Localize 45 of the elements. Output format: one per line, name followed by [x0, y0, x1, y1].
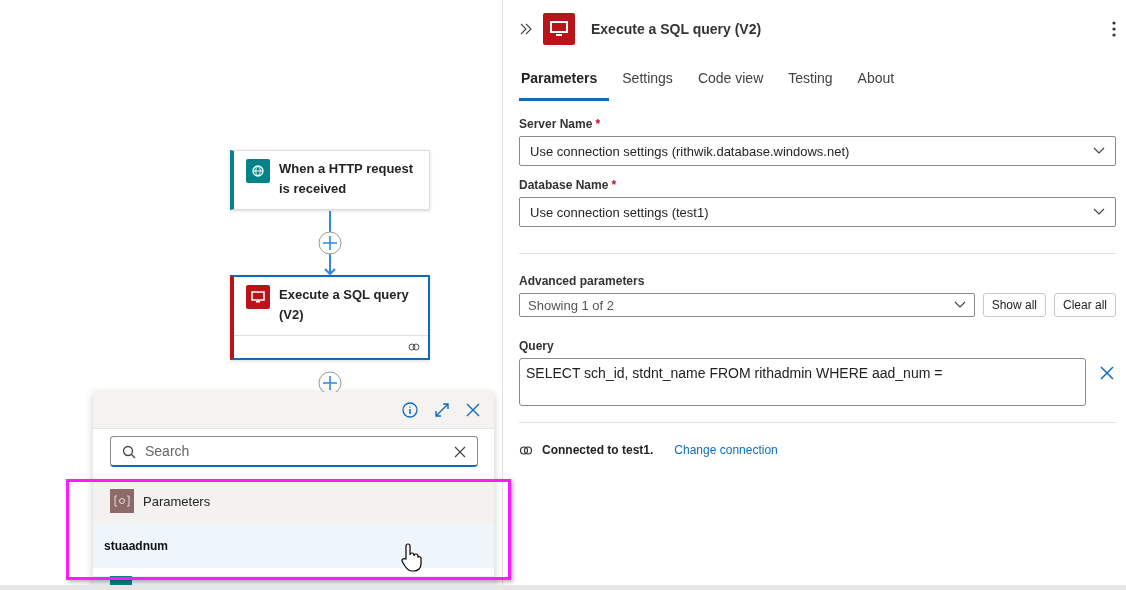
chevron-icon: [1093, 208, 1105, 216]
connection-status: Connected to test1.: [542, 443, 654, 457]
action-button[interactable]: Clear all: [1054, 293, 1116, 317]
more-icon[interactable]: [1112, 21, 1116, 37]
dropdown[interactable]: Use connection settings (rithwik.database.windows.net): [519, 136, 1116, 166]
panel-title: Execute a SQL query (V2): [591, 21, 763, 37]
parameter-item[interactable]: stuaadnum: [93, 523, 494, 568]
chevron-icon: [1093, 147, 1105, 155]
field-label: Server Name *: [519, 117, 602, 131]
tab[interactable]: Settings: [620, 64, 685, 101]
link-icon: [408, 342, 420, 352]
remove-icon[interactable]: [1100, 366, 1114, 380]
clear-icon[interactable]: [454, 446, 466, 458]
parameters-icon: [110, 489, 134, 513]
tab[interactable]: Code view: [695, 64, 776, 101]
collapse-icon[interactable]: [519, 22, 533, 36]
tab[interactable]: Testing: [786, 64, 845, 101]
search-field[interactable]: Search: [110, 436, 478, 467]
dropdown[interactable]: Use connection settings (test1): [519, 197, 1116, 227]
info-icon[interactable]: [402, 402, 418, 418]
change-connection-link[interactable]: Change connection: [674, 443, 778, 457]
flow-node[interactable]: Execute a SQL query (V2): [230, 275, 430, 360]
dropdown[interactable]: Showing 1 of 2: [519, 293, 975, 317]
hand-cursor-icon: [400, 543, 422, 573]
required-mark: *: [595, 117, 601, 131]
required-mark: *: [611, 178, 617, 192]
node-title: Execute a SQL query (V2): [279, 286, 410, 324]
tab[interactable]: About: [855, 64, 907, 101]
section-title: Parameters: [143, 493, 211, 509]
monitor-icon: [543, 13, 575, 45]
search-icon: [122, 445, 136, 459]
expand-icon[interactable]: [434, 402, 450, 418]
node-title: When a HTTP request is received: [279, 160, 415, 198]
tab[interactable]: Parameters: [519, 64, 610, 101]
add-step-icon[interactable]: [318, 231, 342, 255]
flow-node[interactable]: When a HTTP request is received: [230, 150, 430, 210]
link-icon: [519, 444, 533, 456]
field-label: Database Name *: [519, 178, 618, 192]
query-field[interactable]: SELECT sch_id, stdnt_name FROM rithadmin WHERE aad_num =: [519, 358, 1086, 406]
chevron-icon: [953, 301, 966, 309]
field-label: Query: [519, 339, 555, 353]
close-icon[interactable]: [466, 403, 480, 417]
connector-arrow: [324, 211, 336, 276]
action-button[interactable]: Show all: [982, 293, 1046, 317]
field-label: Advanced parameters: [519, 274, 646, 288]
